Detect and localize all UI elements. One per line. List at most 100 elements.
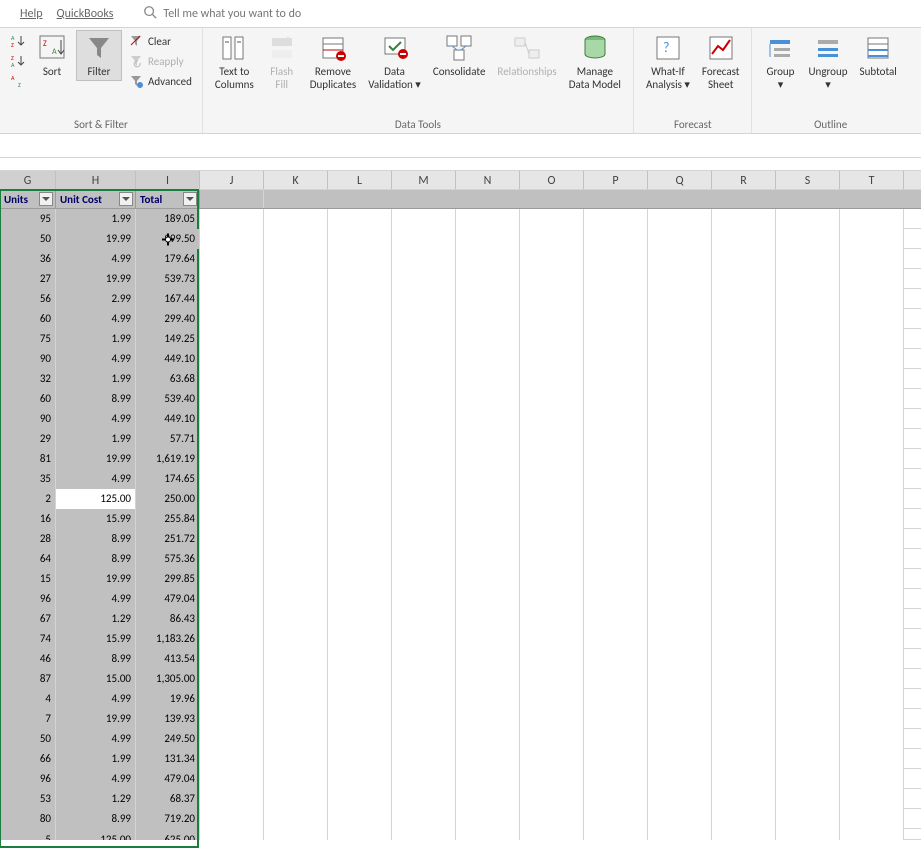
cell-empty[interactable] (840, 369, 904, 389)
cell-empty[interactable] (200, 789, 264, 809)
cell-empty[interactable] (712, 409, 776, 429)
cell-empty[interactable] (392, 429, 456, 449)
ungroup-button[interactable]: Ungroup▾ (804, 30, 851, 93)
cell-total[interactable]: 999.50 (136, 229, 200, 249)
cell-empty[interactable] (712, 749, 776, 769)
cell-empty[interactable] (392, 529, 456, 549)
cell-empty[interactable] (520, 649, 584, 669)
cell-empty[interactable] (840, 509, 904, 529)
cell-empty[interactable] (392, 589, 456, 609)
cell-units[interactable]: 80 (0, 809, 56, 829)
cell-empty[interactable] (200, 229, 264, 249)
cell-empty[interactable] (200, 249, 264, 269)
cell-empty[interactable] (776, 329, 840, 349)
cell-empty[interactable] (328, 329, 392, 349)
cell-empty[interactable] (648, 209, 712, 229)
table-row[interactable]: 661.99131.34 (0, 749, 921, 769)
cell-empty[interactable] (776, 269, 840, 289)
cell-total[interactable]: 249.50 (136, 729, 200, 749)
cell-empty[interactable] (776, 309, 840, 329)
cell-empty[interactable] (584, 429, 648, 449)
cell-empty[interactable] (456, 829, 520, 840)
cell-empty[interactable] (264, 509, 328, 529)
cell-empty[interactable] (520, 789, 584, 809)
table-row[interactable]: 604.99299.40 (0, 309, 921, 329)
cell-empty[interactable] (200, 269, 264, 289)
cell-units[interactable]: 90 (0, 409, 56, 429)
cell-empty[interactable] (200, 389, 264, 409)
cell-empty[interactable] (776, 749, 840, 769)
cell-empty[interactable] (584, 769, 648, 789)
cell-empty[interactable] (456, 229, 520, 249)
cell-empty[interactable] (776, 529, 840, 549)
cell-empty[interactable] (392, 449, 456, 469)
cell-total[interactable]: 1,183.26 (136, 629, 200, 649)
cell-empty[interactable] (584, 309, 648, 329)
cell-empty[interactable] (584, 709, 648, 729)
cell-empty[interactable] (264, 629, 328, 649)
cell-empty[interactable] (648, 829, 712, 840)
cell-unit-cost[interactable]: 15.99 (56, 629, 136, 649)
cell-empty[interactable] (648, 789, 712, 809)
cell-empty[interactable] (840, 709, 904, 729)
cell-empty[interactable] (392, 669, 456, 689)
table-row[interactable]: 291.9957.71 (0, 429, 921, 449)
cell-empty[interactable] (328, 829, 392, 840)
cell-empty[interactable] (456, 249, 520, 269)
forecast-sheet-button[interactable]: Forecast Sheet (698, 30, 744, 93)
cell-empty[interactable] (840, 769, 904, 789)
cell-total[interactable]: 1,619.19 (136, 449, 200, 469)
cell-empty[interactable] (840, 389, 904, 409)
cell-total[interactable]: 625.00 (136, 829, 200, 840)
cell-empty[interactable] (392, 329, 456, 349)
cell-empty[interactable] (456, 549, 520, 569)
cell-unit-cost[interactable]: 8.99 (56, 389, 136, 409)
cell-empty[interactable] (200, 429, 264, 449)
col-header-g[interactable]: G (0, 171, 56, 189)
cell-empty[interactable] (200, 809, 264, 829)
cell-empty[interactable] (712, 609, 776, 629)
cell-empty[interactable] (776, 829, 840, 840)
cell-empty[interactable] (648, 509, 712, 529)
cell-empty[interactable] (264, 609, 328, 629)
cell-total[interactable]: 575.36 (136, 549, 200, 569)
subtotal-button[interactable]: Subtotal (856, 30, 901, 81)
table-row[interactable]: 1519.99299.85 (0, 569, 921, 589)
cell-total[interactable]: 149.25 (136, 329, 200, 349)
cell-empty[interactable] (328, 649, 392, 669)
cell-units[interactable]: 35 (0, 469, 56, 489)
cell-empty[interactable] (392, 689, 456, 709)
cell-empty[interactable] (648, 669, 712, 689)
cell-empty[interactable] (520, 309, 584, 329)
cell-empty[interactable] (200, 549, 264, 569)
cell-total[interactable]: 539.40 (136, 389, 200, 409)
cell-empty[interactable] (456, 409, 520, 429)
cell-empty[interactable] (328, 449, 392, 469)
cell-units[interactable]: 32 (0, 369, 56, 389)
cell-empty[interactable] (840, 609, 904, 629)
cell-empty[interactable] (648, 389, 712, 409)
cell-empty[interactable] (328, 489, 392, 509)
col-header-m[interactable]: M (392, 171, 456, 189)
cell-empty[interactable] (712, 429, 776, 449)
cell-empty[interactable] (712, 329, 776, 349)
cell-empty[interactable] (840, 449, 904, 469)
col-header-p[interactable]: P (584, 171, 648, 189)
cell-empty[interactable] (776, 389, 840, 409)
cell-total[interactable]: 479.04 (136, 769, 200, 789)
cell-empty[interactable] (200, 729, 264, 749)
reapply-button[interactable]: Reapply (126, 52, 194, 70)
cell-empty[interactable] (712, 529, 776, 549)
cell-empty[interactable] (328, 389, 392, 409)
col-header-r[interactable]: R (712, 171, 776, 189)
cell-empty[interactable] (584, 529, 648, 549)
table-row[interactable]: 608.99539.40 (0, 389, 921, 409)
col-header-s[interactable]: S (776, 171, 840, 189)
cell-empty[interactable] (776, 509, 840, 529)
cell-empty[interactable] (328, 369, 392, 389)
cell-empty[interactable] (584, 449, 648, 469)
cell-units[interactable]: 50 (0, 729, 56, 749)
cell-empty[interactable] (584, 209, 648, 229)
cell-empty[interactable] (648, 409, 712, 429)
cell-empty[interactable] (648, 229, 712, 249)
